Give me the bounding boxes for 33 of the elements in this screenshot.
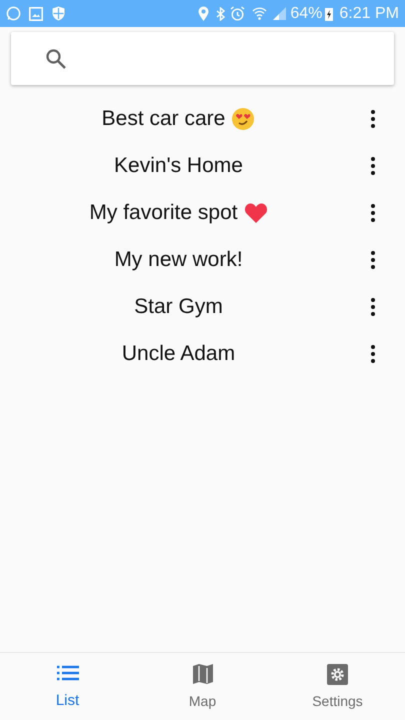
place-name: My new work! (114, 246, 243, 273)
place-item[interactable]: Kevin's Home (0, 150, 405, 182)
settings-icon (327, 664, 348, 684)
wifi-icon (252, 7, 268, 20)
place-name: Star Gym (134, 294, 223, 320)
shield-icon (52, 6, 65, 21)
map-icon (192, 663, 214, 685)
place-item[interactable]: My new work! (0, 244, 405, 276)
search-field[interactable] (11, 32, 394, 85)
nav-tab[interactable]: List (0, 653, 135, 720)
heart-eyes-face-icon (231, 106, 256, 130)
charging-battery-icon (325, 6, 334, 20)
nav-tab[interactable]: Settings (270, 653, 405, 720)
battery-percent: 64% (290, 4, 322, 24)
location-pin-icon (198, 6, 210, 21)
place-name: Kevin's Home (114, 152, 243, 179)
place-name: Best car care (102, 106, 226, 132)
heart-icon (244, 202, 268, 224)
place-item[interactable]: Best car care (0, 102, 405, 134)
search-icon (45, 48, 67, 70)
signal-icon (273, 7, 286, 20)
clock-time: 6:21 PM (339, 4, 399, 24)
chat-bubble-icon (6, 6, 21, 21)
alarm-clock-icon (230, 6, 246, 21)
place-item[interactable]: Star Gym (0, 290, 405, 322)
place-name: My favorite spot (89, 200, 238, 226)
bluetooth-icon (216, 6, 226, 20)
place-name: Uncle Adam (122, 340, 236, 367)
place-item[interactable]: Uncle Adam (0, 338, 405, 370)
place-item[interactable]: My favorite spot (0, 196, 405, 228)
list-icon (56, 665, 78, 682)
image-icon (29, 6, 43, 20)
nav-tab[interactable]: Map (135, 653, 270, 720)
